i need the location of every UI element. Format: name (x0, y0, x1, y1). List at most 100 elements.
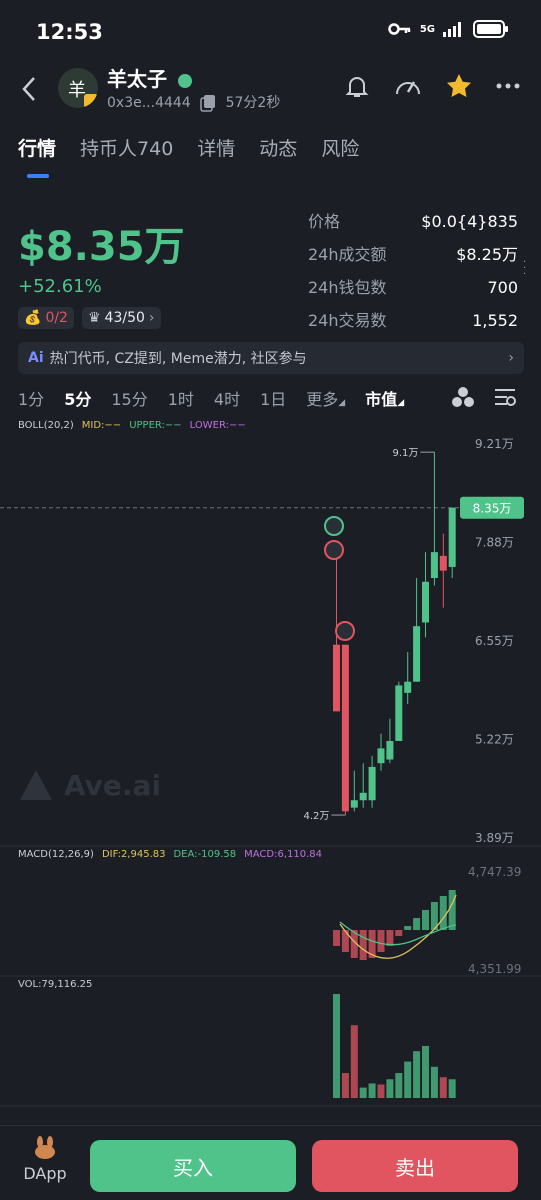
bell-icon[interactable] (343, 72, 371, 100)
volume-bar (333, 994, 340, 1098)
tf-1h[interactable]: 1时 (168, 386, 194, 410)
stat-value: $8.25万 (456, 245, 518, 264)
stat-label: 24h交易数 (308, 311, 387, 330)
badge-row: 💰 0/2 ♛ 43/50 › (18, 307, 161, 329)
y-tick-label: 5.22万 (475, 733, 514, 747)
stat-row: 24h交易数 1,552 (308, 309, 518, 342)
token-title: 羊太子 (107, 67, 167, 91)
y-tick-label: 3.89万 (475, 831, 514, 845)
gauge-icon[interactable] (393, 72, 423, 100)
macd-bar (422, 910, 429, 930)
tf-15m[interactable]: 15分 (111, 386, 147, 410)
candle-body (350, 800, 358, 808)
low-label: 4.2万 (303, 811, 329, 822)
macd-dif: DIF:2,945.83 (101, 849, 166, 860)
tab-market[interactable]: 行情 (18, 134, 56, 161)
candle-body (439, 555, 447, 571)
current-price-label: 8.35万 (473, 502, 512, 516)
buy-button[interactable]: 买入 (90, 1140, 296, 1192)
crown-badge[interactable]: ♛ 43/50 › (81, 307, 161, 329)
token-header: 羊 羊太子 0x3e...4444 57分2秒 (0, 60, 541, 120)
candle-body (413, 626, 421, 682)
tf-4h[interactable]: 4时 (214, 386, 240, 410)
bag-badge[interactable]: 💰 0/2 (18, 307, 74, 329)
stat-label: 24h成交额 (308, 245, 387, 264)
chevron-right-icon: › (148, 310, 155, 326)
status-bar: 12:53 5G (0, 0, 541, 64)
chart-settings-icon[interactable] (492, 384, 518, 410)
network-label: 5G (419, 23, 435, 35)
candle-body (386, 740, 394, 760)
volume-bar (430, 1066, 438, 1098)
status-time: 12:53 (36, 20, 103, 44)
tab-risk[interactable]: 风险 (321, 134, 359, 161)
battery-icon (473, 20, 508, 38)
volume-bar (439, 1077, 447, 1098)
tf-more-label: 更多 (306, 390, 339, 409)
candle-body (333, 644, 340, 712)
volume-bar (395, 1073, 403, 1098)
key-icon (388, 23, 411, 35)
trade-marker-icon (335, 621, 355, 641)
status-icons: 5G (388, 20, 509, 38)
candle-body (359, 792, 367, 801)
stat-value: $0.0{4}835 (421, 212, 518, 231)
volume-bar (422, 1046, 429, 1098)
tf-1d[interactable]: 1日 (260, 386, 286, 410)
macd-name: MACD(12,26,9) (18, 849, 94, 860)
macd-bar (341, 930, 349, 952)
indicator-icon[interactable] (450, 384, 476, 410)
macd-top-label: 4,747.39 (468, 865, 521, 879)
tf-mcap[interactable]: 市值◢ (365, 386, 404, 410)
tab-bar: 行情 持币人740 详情 动态 风险 (18, 134, 359, 161)
volume-bar (359, 1087, 367, 1098)
more-icon[interactable] (495, 82, 521, 90)
bag-count: 0/2 (45, 310, 68, 326)
crown-count: 43/50 (104, 310, 145, 326)
sell-button[interactable]: 卖出 (312, 1140, 518, 1192)
back-arrow-icon[interactable] (18, 74, 42, 104)
copy-icon[interactable] (199, 94, 217, 112)
token-age: 57分2秒 (225, 95, 281, 111)
volume-bar (448, 1079, 456, 1098)
macd-bar (333, 930, 340, 946)
macd-bottom-label: 4,351.99 (468, 962, 521, 976)
timeframe-row: 1分 5分 15分 1时 4时 1日 更多◢ 市值◢ (18, 386, 404, 410)
tf-5m[interactable]: 5分 (64, 386, 91, 410)
tab-holders[interactable]: 持币人740 (80, 134, 173, 161)
verified-icon (177, 73, 192, 88)
macd-bar (439, 896, 447, 930)
tab-activity[interactable]: 动态 (259, 134, 297, 161)
candle-body (341, 644, 349, 812)
tf-mcap-label: 市值 (365, 390, 398, 409)
ai-tags-text: 热门代币, CZ提到, Meme潜力, 社区参与 (49, 351, 307, 367)
y-tick-label: 6.55万 (475, 634, 514, 648)
trade-marker-icon (324, 516, 344, 536)
volume-bar (350, 1025, 358, 1098)
y-tick-label: 9.21万 (475, 437, 514, 451)
bottom-action-bar: DApp 买入 卖出 (0, 1125, 541, 1200)
candle-body (448, 507, 456, 567)
stat-row: 24h钱包数 700 (308, 276, 518, 309)
macd-bar (377, 930, 385, 952)
star-icon[interactable] (445, 72, 473, 100)
stats-panel: 价格 $0.0{4}835 24h成交额 $8.25万 24h钱包数 700 24h交… (308, 210, 518, 342)
stat-label: 24h钱包数 (308, 278, 387, 297)
tf-more[interactable]: 更多◢ (306, 386, 345, 410)
dapp-button[interactable]: DApp (22, 1136, 68, 1183)
volume-bar (377, 1084, 385, 1098)
macd-bar (359, 930, 367, 960)
price-chart[interactable]: 9.21万 7.88万 6.55万 5.22万 3.89万 8.35万 9.1万 4.2万 4,… (0, 430, 541, 1120)
tab-details[interactable]: 详情 (197, 134, 235, 161)
stat-value: 1,552 (472, 311, 518, 330)
macd-bar (395, 930, 403, 936)
candle-body (395, 685, 403, 741)
volume-bar (341, 1073, 349, 1098)
side-dots-icon[interactable]: · · · (523, 258, 527, 280)
high-label: 9.1万 (392, 448, 418, 459)
candle-body (377, 748, 385, 764)
tf-1m[interactable]: 1分 (18, 386, 44, 410)
stat-row: 24h成交额 $8.25万 (308, 243, 518, 276)
macd-legend: MACD(12,26,9) DIF:2,945.83 DEA:-109.58 M… (18, 849, 322, 860)
ai-tags-bar[interactable]: Ai 热门代币, CZ提到, Meme潜力, 社区参与 › (18, 342, 524, 374)
